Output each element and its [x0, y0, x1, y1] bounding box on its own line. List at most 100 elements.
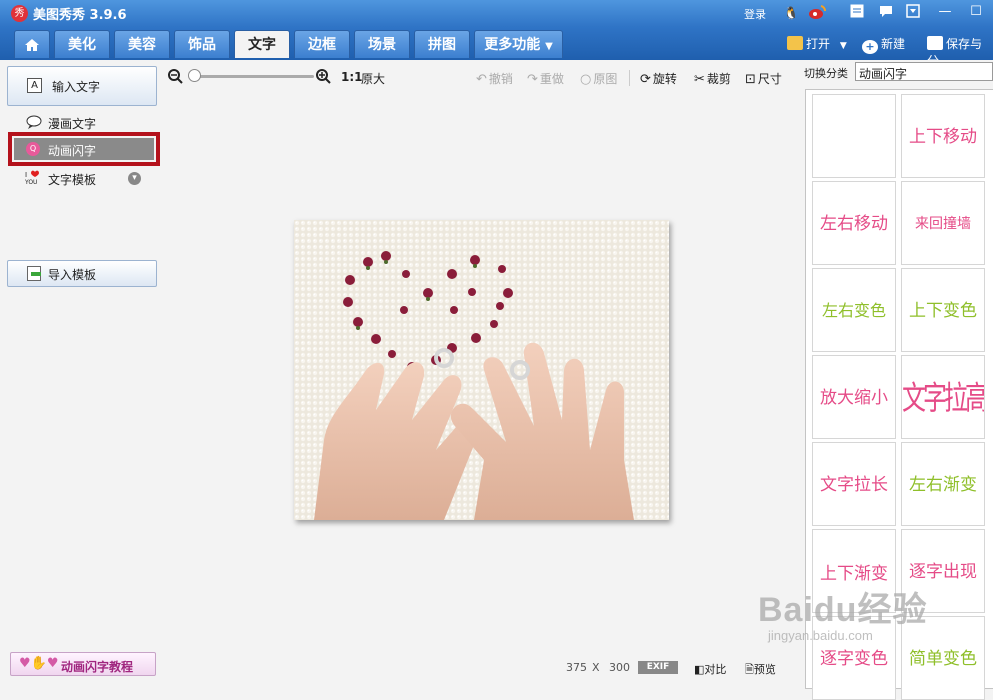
text-style-tile[interactable]: 左右变色 — [812, 268, 896, 352]
import-icon — [27, 266, 41, 281]
zoom-in-icon[interactable] — [315, 68, 331, 87]
preview-button[interactable]: 🗎预览 — [745, 661, 776, 680]
speech-bubble-icon — [25, 115, 42, 130]
open-dropdown-icon[interactable]: ▼ — [840, 41, 847, 51]
resize-label: 尺寸 — [757, 72, 782, 86]
rotate-icon: ⟳ — [640, 72, 651, 87]
zoom-reset-button[interactable]: 1:1 — [341, 70, 363, 84]
text-style-label: 左右变色 — [821, 301, 886, 320]
preview-label: 预览 — [753, 663, 776, 676]
settings-dropdown-icon[interactable] — [904, 4, 922, 22]
crop-button[interactable]: ✂ 裁剪 — [694, 70, 731, 87]
text-style-tile[interactable]: 上下移动 — [901, 94, 985, 178]
photo-illustration — [294, 220, 669, 520]
text-style-tile[interactable] — [812, 94, 896, 178]
photo-hands-heart[interactable] — [294, 220, 669, 520]
sidebar-item-comic-text[interactable]: 漫画文字 — [48, 115, 96, 132]
hand-heart-icon: ♥✋♥ — [19, 656, 59, 671]
new-button[interactable]: + 新建 — [862, 35, 905, 54]
text-style-label: 上下变色 — [909, 301, 977, 321]
text-style-tile[interactable]: 左右渐变 — [901, 442, 985, 526]
image-canvas[interactable] — [164, 94, 800, 654]
text-style-tile[interactable]: 放大缩小 — [812, 355, 896, 439]
tab-more-label: 更多功能 — [484, 37, 541, 53]
plus-icon: + — [862, 40, 878, 54]
open-button[interactable]: 打开 ▼ — [787, 35, 847, 52]
minimize-button[interactable]: — — [934, 2, 956, 22]
message-icon[interactable] — [877, 4, 895, 22]
app-title: 美图秀秀 3.9.6 — [33, 8, 127, 23]
text-style-tile[interactable]: 来回撞墙 — [901, 181, 985, 265]
compare-label: 对比 — [704, 663, 727, 676]
resize-button[interactable]: ⊡ 尺寸 — [745, 70, 782, 87]
tab-collage[interactable]: 拼图 — [414, 30, 470, 58]
redo-label: 重做 — [539, 72, 564, 86]
text-a-icon: A — [27, 78, 42, 93]
app-logo-icon: 秀 — [11, 5, 28, 22]
notepad-icon[interactable] — [848, 4, 866, 22]
text-style-label: 上下移动 — [909, 127, 977, 147]
text-style-tile[interactable]: 左右移动 — [812, 181, 896, 265]
status-bar: 375 X 300 EXIF ◧对比 🗎预览 — [164, 654, 800, 676]
original-label: 原图 — [593, 72, 618, 86]
sidebar-item-animated-text[interactable]: Q 动画闪字 — [14, 138, 154, 160]
input-text-label: 输入文字 — [52, 80, 101, 94]
tab-accessories[interactable]: 饰品 — [174, 30, 230, 58]
tab-border[interactable]: 边框 — [294, 30, 350, 58]
text-style-tile[interactable]: 文字拉高 — [901, 355, 985, 439]
svg-text:YOU: YOU — [25, 179, 37, 185]
qq-icon[interactable]: 🐧 — [782, 4, 800, 22]
text-style-label: 来回撞墙 — [915, 216, 971, 232]
tab-text[interactable]: 文字 — [234, 30, 290, 58]
redo-button[interactable]: ↷ 重做 — [527, 70, 564, 87]
tutorial-button[interactable]: ♥✋♥ 动画闪字教程 — [10, 652, 156, 676]
folder-icon — [787, 36, 803, 50]
import-template-button[interactable]: 导入模板 — [7, 260, 157, 287]
maximize-button[interactable]: ☐ — [965, 2, 987, 22]
tab-beautify[interactable]: 美化 — [54, 30, 110, 58]
watermark-text: Baidu经验 — [758, 591, 928, 629]
zoom-slider-track[interactable] — [194, 75, 314, 78]
text-style-tile[interactable]: 文字拉长 — [812, 442, 896, 526]
zoom-out-icon[interactable] — [167, 68, 183, 87]
home-icon — [25, 39, 39, 51]
rotate-label: 旋转 — [652, 72, 677, 86]
text-style-label: 左右渐变 — [909, 475, 977, 495]
scissors-icon: ✂ — [694, 72, 705, 87]
chevron-down-icon[interactable]: ▾ — [128, 172, 141, 185]
category-label: 切换分类 — [804, 67, 848, 80]
main-tab-bar: 美化 美容 饰品 文字 边框 场景 拼图 更多功能 ▼ 打开 ▼ + 新建 保存与… — [0, 27, 993, 68]
text-style-label: 文字拉高 — [902, 379, 985, 417]
text-style-tile[interactable]: 上下变色 — [901, 268, 985, 352]
tab-more-features[interactable]: 更多功能 ▼ — [474, 30, 563, 58]
title-bar: 秀 美图秀秀 3.9.6 登录 🐧 — ☐ — [0, 0, 993, 27]
new-label: 新建 — [881, 37, 906, 51]
input-text-button[interactable]: A 输入文字 — [7, 66, 157, 106]
rotate-button[interactable]: ⟳ 旋转 — [640, 70, 677, 87]
weibo-icon[interactable] — [808, 4, 826, 22]
tab-scene[interactable]: 场景 — [354, 30, 410, 58]
tab-beauty[interactable]: 美容 — [114, 30, 170, 58]
zoom-slider-handle[interactable] — [188, 69, 201, 82]
import-template-label: 导入模板 — [48, 268, 97, 282]
text-style-label: 左右移动 — [820, 214, 888, 234]
category-select[interactable]: 动画闪字 — [855, 62, 993, 81]
image-height: 300 — [609, 661, 630, 674]
undo-icon: ↶ — [476, 72, 487, 87]
crop-label: 裁剪 — [706, 72, 731, 86]
original-size-button[interactable]: 原大 — [361, 70, 385, 87]
login-link[interactable]: 登录 — [744, 6, 766, 22]
exif-badge[interactable]: EXIF — [638, 661, 678, 674]
image-width: 375 — [566, 661, 587, 674]
original-image-button[interactable]: ○ 原图 — [580, 70, 617, 87]
baidu-watermark: Baidu经验 jingyan.baidu.com — [758, 582, 928, 643]
home-tab[interactable] — [14, 30, 50, 58]
chevron-down-icon: ▼ — [545, 41, 553, 52]
sidebar-item-text-template[interactable]: 文字模板 — [48, 171, 96, 188]
svg-text:I: I — [25, 171, 27, 179]
text-style-label: 放大缩小 — [820, 388, 888, 408]
text-style-label: 文字拉长 — [820, 475, 888, 495]
flash-text-icon: Q — [26, 142, 40, 156]
undo-button[interactable]: ↶ 撤销 — [476, 70, 513, 87]
compare-button[interactable]: ◧对比 — [694, 661, 726, 677]
